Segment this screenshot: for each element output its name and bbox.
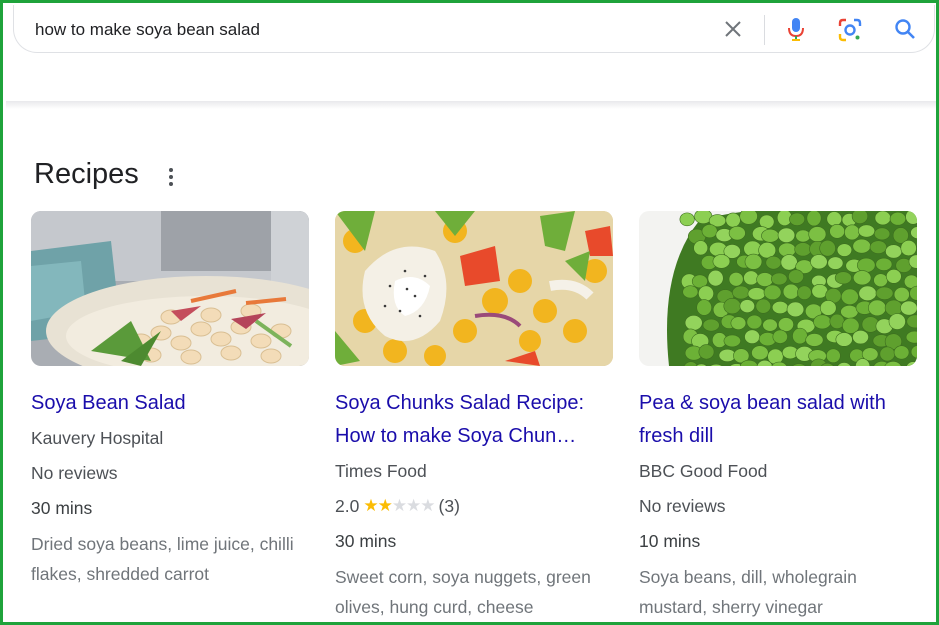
recipe-title[interactable]: Soya Chunks Salad Recipe: How to make So…: [335, 387, 615, 453]
recipe-image[interactable]: [31, 211, 309, 366]
recipe-reviews: No reviews: [31, 463, 118, 483]
recipe-time: 30 mins: [335, 531, 397, 551]
screenshot-frame: Recipes: [0, 0, 939, 625]
clear-button[interactable]: [721, 17, 745, 41]
recipe-card[interactable]: Pea & soya bean salad with fresh dill BB…: [639, 211, 919, 622]
microphone-icon: [788, 18, 804, 41]
recipe-title[interactable]: Soya Bean Salad: [31, 387, 311, 420]
recipe-source: BBC Good Food: [639, 461, 768, 481]
recipe-rating: 2.0 ★★★★★ (3): [335, 491, 615, 521]
recipe-source: Times Food: [335, 461, 427, 481]
recipe-time: 10 mins: [639, 531, 701, 551]
header-divider: [6, 101, 936, 109]
google-lens-icon: [838, 18, 862, 42]
search-input[interactable]: [35, 17, 695, 43]
search-divider: [764, 15, 765, 45]
recipe-ingredients: Sweet corn, soya nuggets, green olives, …: [335, 567, 591, 617]
recipe-title[interactable]: Pea & soya bean salad with fresh dill: [639, 387, 919, 453]
recipe-image[interactable]: [335, 211, 613, 366]
close-icon: [725, 21, 741, 37]
more-options-icon[interactable]: [161, 165, 181, 189]
recipe-card[interactable]: Soya Chunks Salad Recipe: How to make So…: [335, 211, 615, 622]
search-button[interactable]: [893, 17, 919, 43]
rating-stars: ★★★★★: [363, 496, 435, 515]
recipe-card[interactable]: Soya Bean Salad Kauvery Hospital No revi…: [31, 211, 311, 622]
voice-search-button[interactable]: [784, 16, 808, 42]
recipe-reviews: No reviews: [639, 496, 726, 516]
recipe-ingredients: Dried soya beans, lime juice, chilli fla…: [31, 534, 294, 584]
section-title: Recipes: [34, 158, 139, 190]
recipe-image[interactable]: [639, 211, 917, 366]
recipe-source: Kauvery Hospital: [31, 428, 164, 448]
recipe-ingredients: Soya beans, dill, wholegrain mustard, sh…: [639, 567, 857, 617]
rating-count: (3): [438, 496, 460, 516]
lens-search-button[interactable]: [837, 17, 863, 43]
search-icon: [895, 19, 915, 39]
search-bar: [13, 5, 935, 53]
salad-photo: [31, 211, 309, 366]
rating-value: 2.0: [335, 496, 360, 516]
recipe-time: 30 mins: [31, 498, 93, 518]
salad-photo: [639, 211, 917, 366]
salad-photo: [335, 211, 613, 366]
